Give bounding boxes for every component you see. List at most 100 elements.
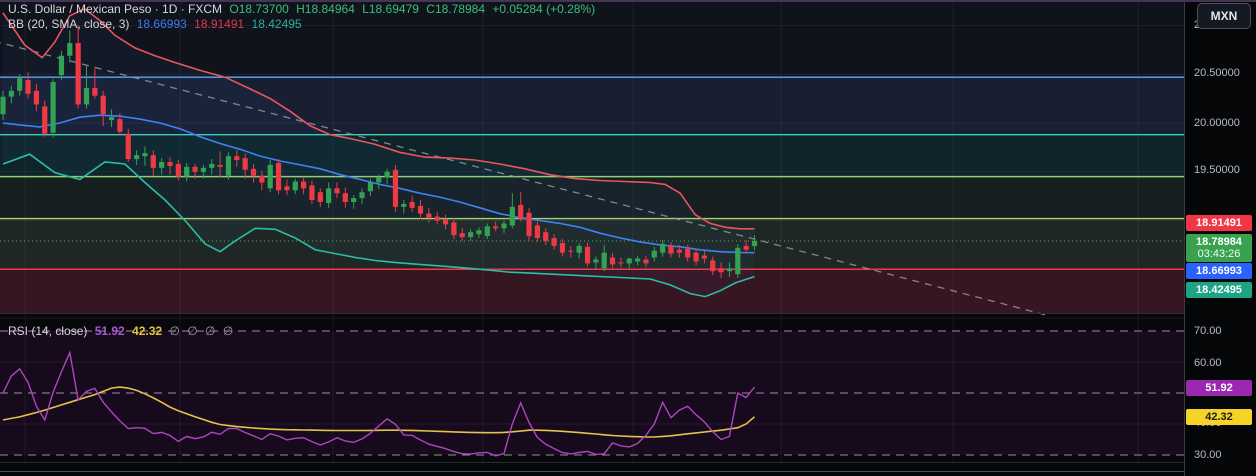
candle-up[interactable] (326, 188, 332, 203)
candle-down[interactable] (301, 181, 307, 189)
candle-down[interactable] (167, 162, 173, 166)
candle-down[interactable] (342, 193, 348, 202)
candle-down[interactable] (284, 186, 290, 191)
candle-up[interactable] (593, 259, 599, 263)
candle-up[interactable] (468, 232, 474, 238)
candle-down[interactable] (117, 119, 123, 132)
candle-down[interactable] (33, 90, 39, 105)
candle-up[interactable] (134, 155, 140, 160)
candle-down[interactable] (718, 268, 724, 273)
panel-separator[interactable] (0, 313, 1184, 314)
candle-down[interactable] (309, 185, 315, 201)
currency-toggle-button[interactable]: MXN (1197, 3, 1251, 29)
candle-down[interactable] (710, 260, 716, 272)
candle-down[interactable] (317, 192, 323, 202)
candle-down[interactable] (543, 232, 549, 241)
candle-down[interactable] (250, 168, 257, 176)
candle-up[interactable] (184, 166, 190, 177)
candle-up[interactable] (376, 177, 382, 183)
candle-down[interactable] (701, 255, 707, 259)
candle-down[interactable] (693, 252, 699, 262)
price-scale[interactable]: MXN 21.00000 20.50000 20.00000 19.50000 … (1184, 0, 1256, 476)
candle-up[interactable] (209, 163, 215, 168)
candle-down[interactable] (451, 222, 457, 236)
candle-up[interactable] (751, 240, 758, 247)
candle-down[interactable] (551, 238, 557, 246)
candle-down[interactable] (75, 43, 81, 105)
candle-down[interactable] (217, 164, 223, 167)
candle-down[interactable] (676, 249, 682, 253)
candle-down[interactable] (568, 250, 574, 252)
candle-up[interactable] (626, 258, 632, 264)
candle-up[interactable] (651, 250, 657, 258)
candle-up[interactable] (8, 90, 14, 97)
candle-up[interactable] (501, 223, 507, 229)
symbol-legend[interactable]: U.S. Dollar / Mexican Peso · 1D · FXCM O… (8, 2, 599, 16)
candle-up[interactable] (635, 258, 641, 262)
candle-down[interactable] (743, 245, 749, 250)
candle-up[interactable] (292, 181, 298, 191)
rsi-legend[interactable]: RSI (14, close) 51.92 42.32 ∅ ∅ ∅ ∅ (8, 324, 237, 338)
candle-up[interactable] (58, 55, 65, 76)
candle-up[interactable] (67, 43, 73, 56)
time-axis[interactable] (0, 463, 1184, 476)
candle-down[interactable] (42, 106, 48, 134)
candle-down[interactable] (150, 155, 156, 168)
bb-label[interactable]: BB (20, SMA, close, 3) (8, 17, 129, 31)
candle-up[interactable] (735, 247, 741, 275)
candle-up[interactable] (601, 252, 607, 269)
candle-down[interactable] (685, 248, 691, 258)
candle-up[interactable] (0, 96, 6, 115)
candle-down[interactable] (584, 246, 591, 264)
candle-up[interactable] (351, 198, 357, 202)
candle-down[interactable] (434, 216, 440, 221)
candle-down[interactable] (25, 80, 31, 94)
candle-down[interactable] (426, 213, 432, 218)
candle-up[interactable] (726, 268, 733, 272)
candle-up[interactable] (108, 117, 115, 121)
candle-down[interactable] (392, 169, 399, 207)
candle-up[interactable] (267, 164, 273, 189)
candle-up[interactable] (484, 226, 490, 237)
candle-down[interactable] (125, 133, 131, 160)
candle-down[interactable] (518, 204, 524, 219)
candle-down[interactable] (234, 156, 240, 161)
candle-down[interactable] (409, 201, 415, 208)
candle-up[interactable] (50, 82, 56, 133)
candle-up[interactable] (225, 156, 232, 176)
candle-down[interactable] (192, 166, 198, 172)
candle-up[interactable] (384, 171, 390, 178)
candle-down[interactable] (534, 225, 540, 239)
candle-down[interactable] (175, 163, 181, 177)
candle-down[interactable] (526, 212, 532, 237)
candle-up[interactable] (142, 153, 148, 157)
candle-down[interactable] (259, 175, 265, 183)
candle-up[interactable] (83, 87, 90, 105)
candle-down[interactable] (92, 87, 98, 96)
candle-up[interactable] (576, 245, 582, 253)
candle-down[interactable] (442, 219, 449, 225)
candle-down[interactable] (100, 95, 106, 115)
candle-down[interactable] (643, 259, 649, 264)
candle-down[interactable] (609, 257, 616, 265)
candle-up[interactable] (200, 167, 206, 172)
candle-down[interactable] (242, 158, 248, 170)
candle-up[interactable] (17, 78, 23, 91)
bb-legend[interactable]: BB (20, SMA, close, 3) 18.66993 18.91491… (8, 17, 306, 31)
candle-down[interactable] (334, 188, 340, 194)
candle-up[interactable] (509, 206, 515, 226)
candle-up[interactable] (359, 192, 365, 199)
symbol-title[interactable]: U.S. Dollar / Mexican Peso · 1D · FXCM (8, 2, 222, 16)
candle-up[interactable] (367, 182, 373, 192)
chart-canvas[interactable] (0, 0, 1256, 476)
candle-up[interactable] (476, 230, 482, 235)
candle-up[interactable] (401, 203, 407, 207)
candle-down[interactable] (275, 162, 282, 191)
candle-down[interactable] (559, 242, 566, 253)
candle-down[interactable] (668, 245, 674, 254)
candle-down[interactable] (417, 205, 424, 214)
candle-down[interactable] (618, 262, 624, 264)
candle-up[interactable] (159, 162, 165, 168)
candle-up[interactable] (660, 243, 666, 253)
rsi-label[interactable]: RSI (14, close) (8, 324, 87, 338)
